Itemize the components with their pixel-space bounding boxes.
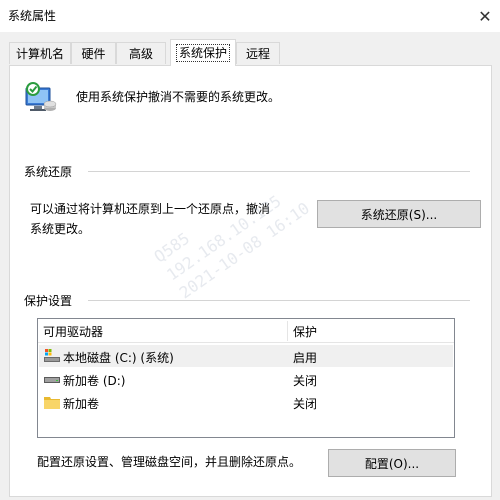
- title-bar: 系统属性 ✕: [0, 0, 500, 32]
- tab-system-protection[interactable]: 系统保护: [170, 39, 236, 66]
- listview-header: 可用驱动器 保护: [38, 319, 454, 343]
- tab-strip: 计算机名 硬件 高级 系统保护 远程: [0, 32, 500, 66]
- protection-group-label: 保护设置: [24, 292, 81, 309]
- drive-name: 本地磁盘 (C:) (系统): [63, 351, 174, 365]
- system-restore-button-label: 系统还原(S)...: [360, 207, 438, 222]
- restore-description: 可以通过将计算机还原到上一个还原点，撤消 系统更改。: [30, 199, 296, 239]
- tab-label: 远程: [245, 47, 270, 61]
- tab-label: 系统保护: [175, 44, 230, 62]
- tab-hardware[interactable]: 硬件: [71, 42, 116, 64]
- restore-group-label: 系统还原: [24, 163, 81, 180]
- configure-description: 配置还原设置、管理磁盘空间，并且删除还原点。: [37, 455, 302, 469]
- tab-label: 计算机名: [15, 47, 64, 61]
- system-drive-icon: [44, 349, 60, 362]
- column-separator[interactable]: [287, 321, 288, 341]
- column-header-drive[interactable]: 可用驱动器: [43, 323, 103, 340]
- tab-label: 硬件: [81, 47, 106, 61]
- tab-remote[interactable]: 远程: [236, 42, 280, 64]
- close-button[interactable]: ✕: [470, 0, 500, 32]
- drive-name: 新加卷 (D:): [63, 374, 126, 388]
- system-protection-icon: [25, 82, 57, 111]
- window-title: 系统属性: [8, 9, 57, 23]
- column-header-protection[interactable]: 保护: [293, 323, 317, 340]
- restore-description-line1: 可以通过将计算机还原到上一个还原点，撤消: [30, 202, 271, 216]
- drive-protection-status: 关闭: [293, 397, 318, 411]
- intro-text: 使用系统保护撤消不需要的系统更改。: [76, 90, 281, 104]
- restore-description-line2: 系统更改。: [30, 222, 91, 236]
- drive-protection-status: 关闭: [293, 374, 318, 388]
- system-restore-button[interactable]: 系统还原(S)...: [317, 200, 481, 228]
- tab-computer-name[interactable]: 计算机名: [9, 42, 71, 64]
- protection-group-divider: [88, 300, 470, 301]
- restore-group-divider: [88, 171, 470, 172]
- drive-protection-status: 启用: [293, 351, 318, 365]
- configure-button-label: 配置(O)...: [364, 456, 420, 471]
- folder-icon: [44, 397, 60, 409]
- configure-button[interactable]: 配置(O)...: [328, 449, 456, 477]
- drive-row-d[interactable]: 新加卷 (D:) 关闭: [39, 368, 453, 390]
- tab-advanced[interactable]: 高级: [116, 42, 166, 64]
- drive-icon: [44, 377, 60, 383]
- close-icon: ✕: [478, 6, 492, 26]
- drive-row-c[interactable]: 本地磁盘 (C:) (系统) 启用: [39, 345, 453, 367]
- drives-listview[interactable]: 可用驱动器 保护 本地磁盘 (C:) (系统) 启用 新加卷 (D:) 关闭 新…: [37, 318, 455, 438]
- drive-row-volume[interactable]: 新加卷 关闭: [39, 391, 453, 413]
- tab-label: 高级: [128, 47, 153, 61]
- drive-name: 新加卷: [63, 397, 100, 411]
